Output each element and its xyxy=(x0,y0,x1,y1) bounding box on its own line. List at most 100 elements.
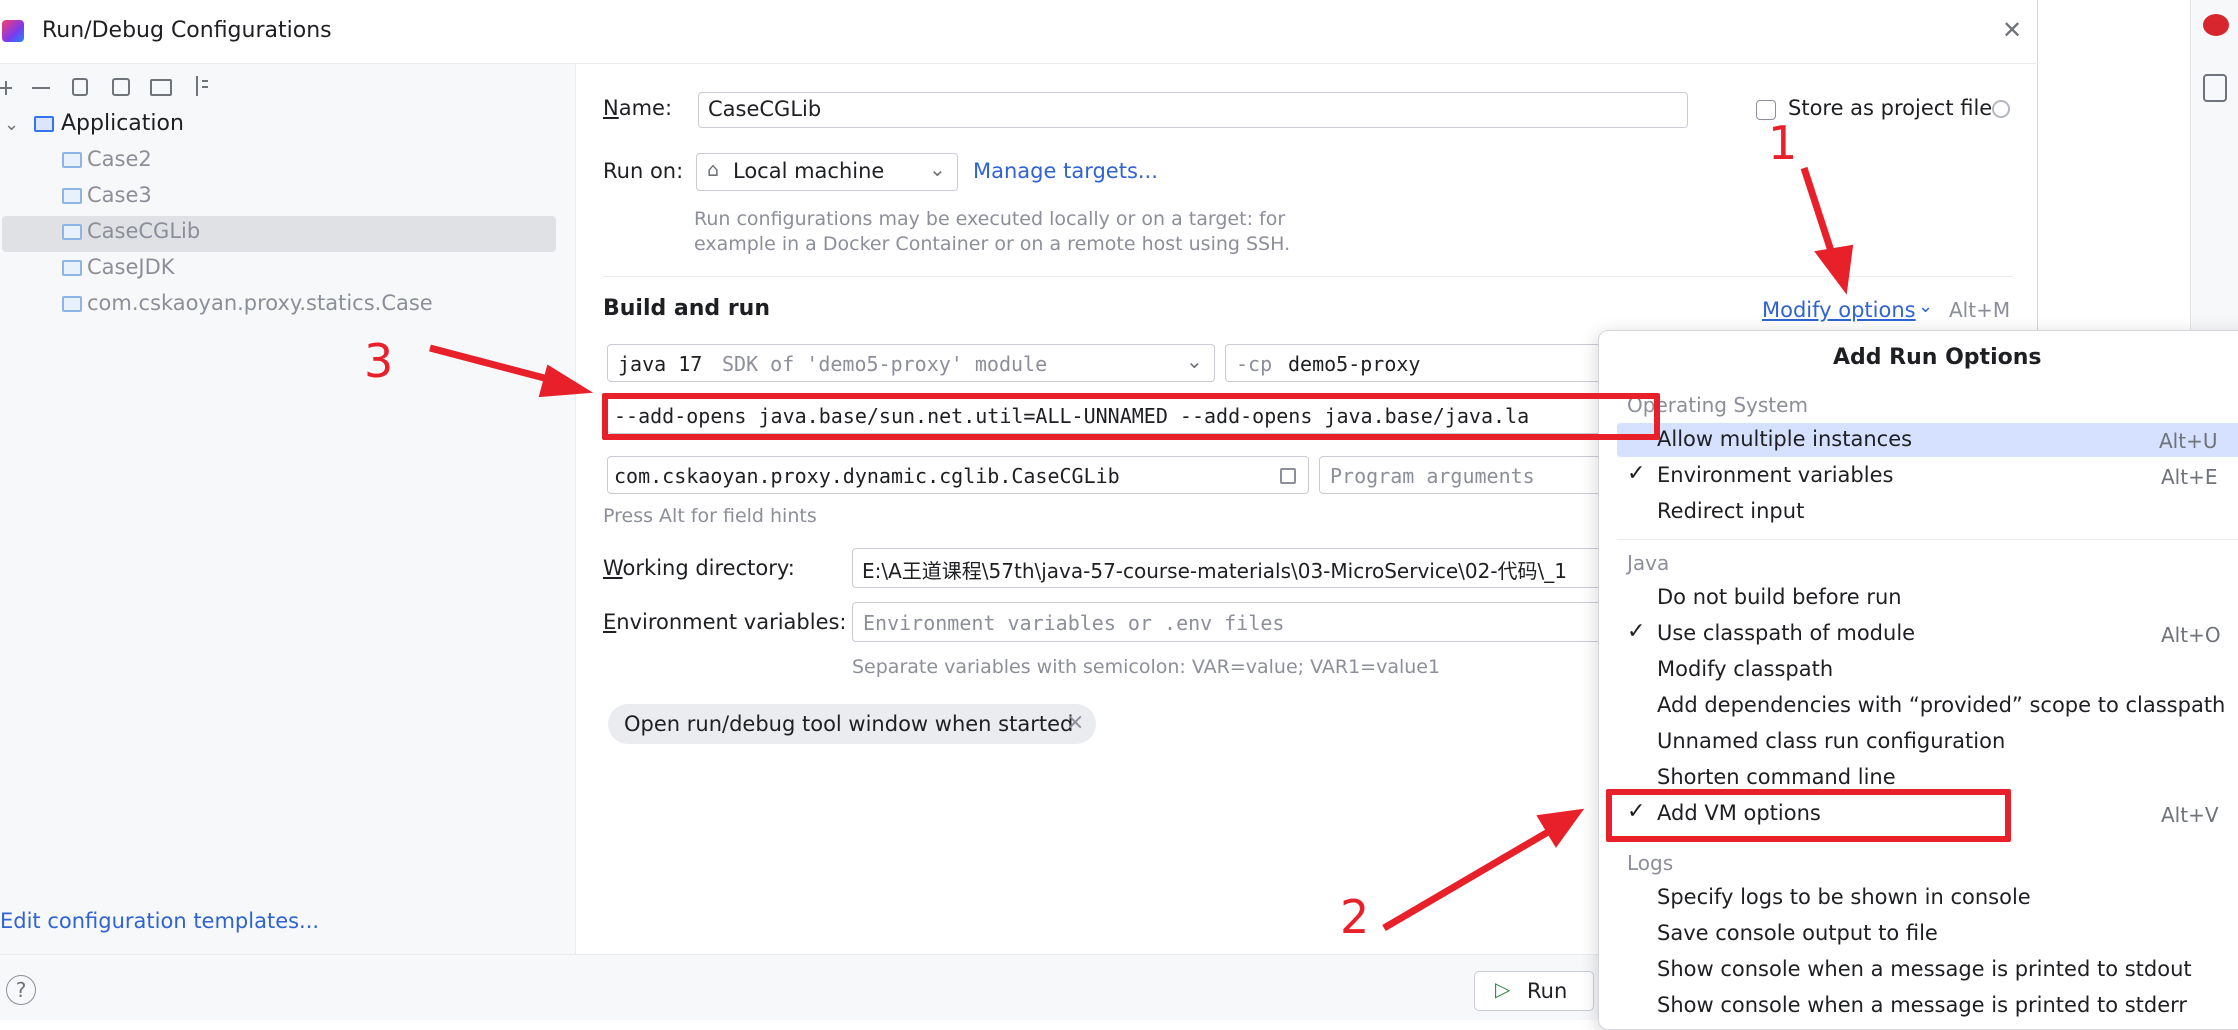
chevron-down-icon[interactable]: ⌄ xyxy=(4,114,19,135)
jdk-select[interactable]: java 17 SDK of 'demo5-proxy' module ⌄ xyxy=(607,344,1215,382)
classpath-select[interactable]: -cp demo5-proxy xyxy=(1225,344,1605,382)
sort-icon[interactable] xyxy=(192,76,208,98)
env-label-mnemonic: E xyxy=(603,610,617,634)
tree-item-statics-case[interactable]: com.cskaoyan.proxy.statics.Case xyxy=(87,291,433,315)
cp-value: demo5-proxy xyxy=(1288,352,1421,376)
add-run-options-popup: Add Run Options Operating System Allow m… xyxy=(1598,330,2238,1030)
field-hints-text: Press Alt for field hints xyxy=(603,505,817,527)
annotation-box-add-vm-options xyxy=(1606,789,2011,842)
intellij-logo-icon xyxy=(2,20,24,42)
help-button[interactable]: ? xyxy=(6,975,36,1005)
workdir-label-mnemonic: W xyxy=(603,556,623,580)
check-icon: ✓ xyxy=(1627,461,1646,486)
annotation-box-vm-options xyxy=(602,393,1660,440)
name-field-value: CaseCGLib xyxy=(708,97,822,121)
option-show-console-stdout[interactable]: Show console when a message is printed t… xyxy=(1657,957,2192,981)
option-add-provided-dependencies[interactable]: Add dependencies with “provided” scope t… xyxy=(1657,693,2225,717)
chevron-down-icon: ⌄ xyxy=(929,157,946,181)
popup-divider xyxy=(1617,539,2238,540)
modify-options-shortcut: Alt+M xyxy=(1949,298,2011,322)
environment-variables-field[interactable]: Environment variables or .env files xyxy=(852,602,1608,642)
edit-templates-link[interactable]: Edit configuration templates... xyxy=(0,909,319,933)
annotation-number-3: 3 xyxy=(364,334,394,388)
play-icon: ▷ xyxy=(1495,977,1511,1001)
cp-flag: -cp xyxy=(1236,352,1273,376)
option-specify-logs[interactable]: Specify logs to be shown in console xyxy=(1657,885,2031,909)
chevron-down-icon: ⌄ xyxy=(1186,349,1203,373)
option-allow-multiple-instances[interactable]: Allow multiple instances xyxy=(1657,427,1912,451)
name-field[interactable]: CaseCGLib xyxy=(698,92,1688,128)
check-icon: ✓ xyxy=(1627,619,1646,644)
option-do-not-build[interactable]: Do not build before run xyxy=(1657,585,1902,609)
run-on-select[interactable]: ⌂ Local machine ⌄ xyxy=(696,153,958,191)
gear-icon[interactable] xyxy=(1992,100,2010,118)
help-icon: ? xyxy=(15,978,27,1002)
annotation-number-2: 2 xyxy=(1340,890,1370,944)
build-and-run-heading: Build and run xyxy=(603,296,771,321)
configurations-panel: ⌄ Application Case2 Case3 CaseCGLib Case… xyxy=(0,64,576,954)
shortcut-allow-multiple-instances: Alt+U xyxy=(2159,429,2218,453)
run-button-label: Run xyxy=(1527,979,1568,1003)
option-redirect-input[interactable]: Redirect input xyxy=(1657,499,1804,523)
option-show-console-stderr[interactable]: Show console when a message is printed t… xyxy=(1657,993,2187,1017)
working-directory-field[interactable]: E:\A王道课程\57th\java-57-course-materials\0… xyxy=(852,548,1608,588)
option-unnamed-class[interactable]: Unnamed class run configuration xyxy=(1657,729,2005,753)
working-directory-label: Working directory: xyxy=(603,556,795,580)
run-on-hint-line1: Run configurations may be executed local… xyxy=(694,208,1286,230)
close-icon[interactable]: ✕ xyxy=(2002,16,2022,44)
store-label[interactable]: Store as project file xyxy=(1788,96,1992,120)
run-on-value: Local machine xyxy=(733,159,885,183)
manage-targets-link[interactable]: Manage targets... xyxy=(973,159,1158,183)
save-icon[interactable] xyxy=(112,78,130,96)
option-environment-variables[interactable]: Environment variables xyxy=(1657,463,1893,487)
tree-root-application[interactable]: Application xyxy=(61,111,184,136)
tree-item-casejdk[interactable]: CaseJDK xyxy=(87,255,175,279)
environment-variables-label: Environment variables: xyxy=(603,610,847,634)
name-label-text: ame: xyxy=(618,96,673,120)
remove-icon[interactable] xyxy=(32,87,50,89)
divider xyxy=(603,276,2013,277)
home-icon: ⌂ xyxy=(707,159,720,181)
modify-options-link[interactable]: Modify options xyxy=(1762,298,1916,322)
tool-window-chip-label: Open run/debug tool window when started xyxy=(624,712,1074,736)
chip-close-icon[interactable]: × xyxy=(1066,710,1084,735)
tree-item-case3[interactable]: Case3 xyxy=(87,183,152,207)
tree-item-casecglib[interactable]: CaseCGLib xyxy=(87,219,200,243)
section-logs: Logs xyxy=(1627,851,1674,875)
shortcut-add-vm-options: Alt+V xyxy=(2161,803,2219,827)
window-title: Run/Debug Configurations xyxy=(42,18,332,43)
add-icon[interactable] xyxy=(0,78,14,98)
environment-variables-placeholder: Environment variables or .env files xyxy=(863,611,1285,635)
workdir-label-text: orking directory: xyxy=(622,556,795,580)
ai-assistant-icon[interactable] xyxy=(2203,74,2227,102)
name-label-mnemonic: N xyxy=(603,96,619,120)
title-bar: Run/Debug Configurations ✕ xyxy=(0,0,2038,64)
main-class-field[interactable]: com.cskaoyan.proxy.dynamic.cglib.CaseCGL… xyxy=(607,456,1309,494)
run-button[interactable]: ▷ Run xyxy=(1474,971,1594,1011)
shortcut-use-classpath: Alt+O xyxy=(2161,623,2221,647)
working-directory-value: E:\A王道课程\57th\java-57-course-materials\0… xyxy=(862,559,1568,583)
tool-window-chip[interactable]: Open run/debug tool window when started … xyxy=(608,704,1096,744)
browse-icon[interactable] xyxy=(1280,468,1296,484)
tree-selection-highlight xyxy=(2,216,556,252)
chevron-down-icon: ⌄ xyxy=(1918,296,1934,317)
program-arguments-field[interactable]: Program arguments xyxy=(1319,456,1609,494)
config-icon xyxy=(62,224,82,240)
option-shorten-command-line[interactable]: Shorten command line xyxy=(1657,765,1896,789)
tree-item-case2[interactable]: Case2 xyxy=(87,147,152,171)
run-on-label: Run on: xyxy=(603,159,684,183)
copy-icon[interactable] xyxy=(72,78,88,96)
name-label: Name: xyxy=(603,96,672,120)
config-icon xyxy=(62,152,82,168)
config-icon xyxy=(62,296,82,312)
option-use-classpath-of-module[interactable]: Use classpath of module xyxy=(1657,621,1915,645)
run-on-hint-line2: example in a Docker Container or on a re… xyxy=(694,233,1291,255)
environment-variables-hint: Separate variables with semicolon: VAR=v… xyxy=(852,656,1441,678)
config-icon xyxy=(62,260,82,276)
plugin-icon[interactable] xyxy=(2203,14,2229,36)
option-modify-classpath[interactable]: Modify classpath xyxy=(1657,657,1833,681)
config-icon xyxy=(62,188,82,204)
option-save-console-output[interactable]: Save console output to file xyxy=(1657,921,1938,945)
main-class-value: com.cskaoyan.proxy.dynamic.cglib.CaseCGL… xyxy=(614,464,1120,488)
new-folder-icon[interactable] xyxy=(150,79,172,96)
